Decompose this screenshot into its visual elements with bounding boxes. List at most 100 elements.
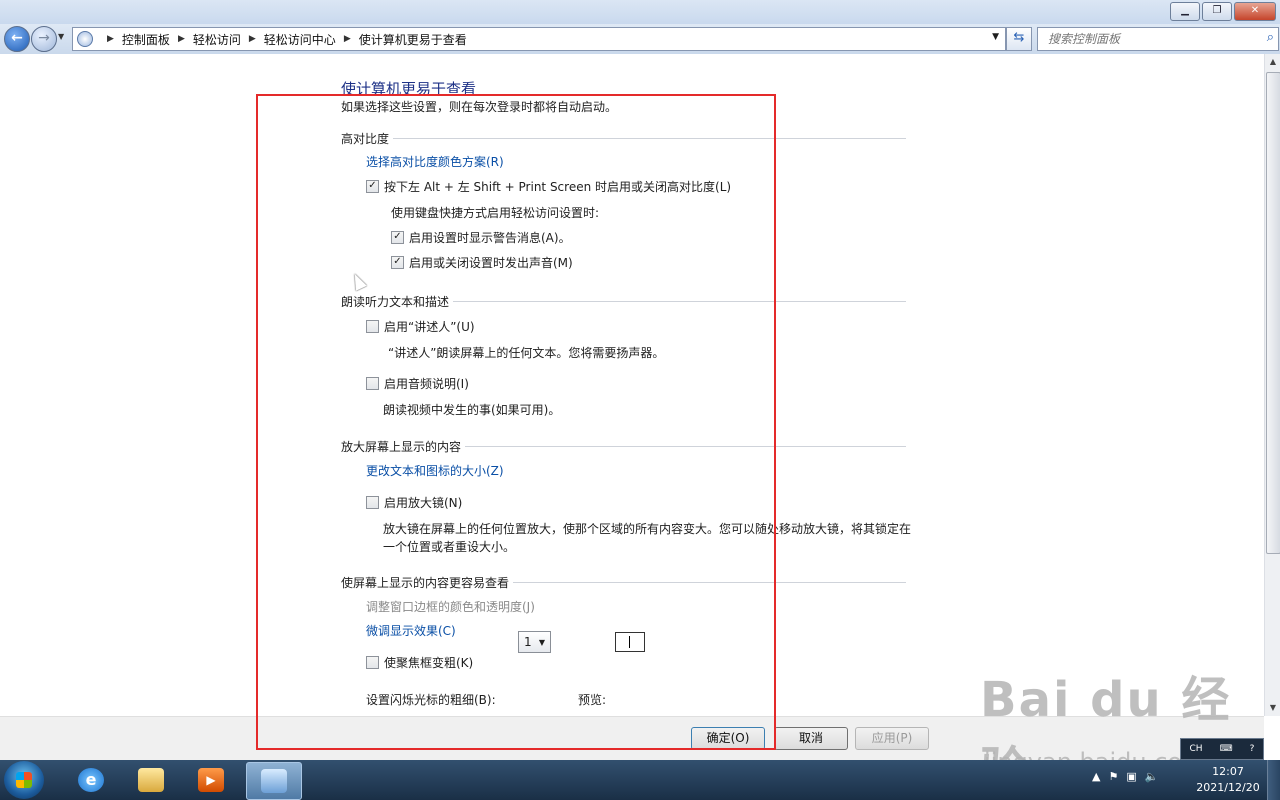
- breadcrumb-control-panel[interactable]: 控制面板: [122, 31, 170, 48]
- windows-logo-icon: [16, 772, 32, 788]
- taskbar-explorer[interactable]: [124, 762, 178, 798]
- scroll-up-icon[interactable]: ▲: [1265, 54, 1280, 70]
- thick-focus-checkbox[interactable]: [366, 656, 379, 669]
- minimize-button[interactable]: ▁: [1170, 2, 1200, 21]
- apply-button: 应用(P): [855, 727, 929, 750]
- warning-message-label[interactable]: 启用设置时显示警告消息(A)。: [409, 229, 571, 246]
- cursor-thickness-select[interactable]: 1 ▼: [518, 631, 551, 653]
- chevron-down-icon: ▼: [58, 32, 65, 41]
- warning-message-option[interactable]: ✓ 启用设置时显示警告消息(A)。: [391, 229, 571, 246]
- control-panel-icon: [261, 769, 287, 793]
- start-button[interactable]: [4, 761, 44, 799]
- narrator-option[interactable]: 启用“讲述人”(U): [366, 318, 475, 335]
- window-controls: ▁ ❐ ✕: [1170, 2, 1276, 21]
- narrator-description: “讲述人”朗读屏幕上的任何文本。您将需要扬声器。: [388, 346, 665, 360]
- audio-description-checkbox[interactable]: [366, 377, 379, 390]
- search-box[interactable]: ⌕: [1037, 27, 1279, 51]
- main-content: 使计算机更易于查看 如果选择这些设置，则在每次登录时都将自动启动。 高对比度 选…: [0, 54, 1264, 716]
- audio-description-label[interactable]: 启用音频说明(I): [384, 375, 469, 392]
- high-contrast-shortcut-label[interactable]: 按下左 Alt + 左 Shift + Print Screen 时启用或关闭高…: [384, 178, 731, 195]
- breadcrumb-ease-of-access-center[interactable]: 轻松访问中心: [264, 31, 336, 48]
- breadcrumb-current-page[interactable]: 使计算机更易于查看: [359, 31, 467, 48]
- breadcrumb-separator-icon[interactable]: ▶: [249, 34, 256, 44]
- cancel-button[interactable]: 取消: [774, 727, 848, 750]
- high-contrast-shortcut-checkbox[interactable]: ✓: [366, 180, 379, 193]
- breadcrumb-separator-icon[interactable]: ▶: [107, 34, 114, 44]
- address-bar[interactable]: ▶ 控制面板 ▶ 轻松访问 ▶ 轻松访问中心 ▶ 使计算机更易于查看 ▼: [72, 27, 1006, 51]
- system-clock[interactable]: 12:07 2021/12/20: [1196, 764, 1260, 796]
- section-heading: 放大屏幕上显示的内容: [341, 438, 466, 455]
- volume-icon[interactable]: 🔈: [1145, 770, 1159, 783]
- sound-label[interactable]: 启用或关闭设置时发出声音(M): [409, 254, 573, 271]
- system-tray: ▲ ⚑ ▣ 🔈: [1092, 770, 1158, 783]
- vertical-scrollbar[interactable]: ▲ ▼: [1264, 54, 1280, 716]
- recent-pages-dropdown[interactable]: ▼: [58, 32, 64, 41]
- fine-tune-display-link[interactable]: 微调显示效果(C): [366, 622, 456, 639]
- cursor-preview-bar: [629, 636, 630, 648]
- breadcrumb-ease-of-access[interactable]: 轻松访问: [193, 31, 241, 48]
- internet-explorer-icon: e: [78, 768, 104, 792]
- cursor-preview: [615, 632, 645, 652]
- arrow-right-icon: →: [38, 30, 50, 46]
- back-button[interactable]: ←: [4, 26, 30, 52]
- search-input[interactable]: [1046, 28, 1250, 50]
- preview-label: 预览:: [578, 693, 607, 707]
- breadcrumb: ▶ 控制面板 ▶ 轻松访问 ▶ 轻松访问中心 ▶ 使计算机更易于查看: [99, 31, 467, 48]
- section-heading: 朗读听力文本和描述: [341, 293, 454, 310]
- high-contrast-shortcut-option[interactable]: ✓ 按下左 Alt + 左 Shift + Print Screen 时启用或关…: [366, 178, 731, 195]
- navigation-bar: ← → ▼ ▶ 控制面板 ▶ 轻松访问 ▶ 轻松访问中心 ▶ 使计算机更易于查看…: [0, 24, 1280, 54]
- sound-checkbox[interactable]: ✓: [391, 256, 404, 269]
- language-bar[interactable]: CH ⌨ ?: [1180, 738, 1264, 760]
- audio-description-option[interactable]: 启用音频说明(I): [366, 375, 469, 392]
- sound-option[interactable]: ✓ 启用或关闭设置时发出声音(M): [391, 254, 573, 271]
- thick-focus-option[interactable]: 使聚焦框变粗(K): [366, 654, 473, 671]
- help-icon[interactable]: ?: [1250, 744, 1255, 754]
- cursor-thickness-label: 设置闪烁光标的粗细(B):: [366, 693, 496, 707]
- arrow-left-icon: ←: [11, 30, 23, 46]
- narrator-checkbox[interactable]: [366, 320, 379, 333]
- folder-icon: [138, 768, 164, 792]
- search-icon[interactable]: ⌕: [1267, 30, 1274, 45]
- taskbar-control-panel[interactable]: [246, 762, 302, 800]
- magnifier-option[interactable]: 启用放大镜(N): [366, 494, 462, 511]
- forward-button[interactable]: →: [31, 26, 57, 52]
- breadcrumb-separator-icon[interactable]: ▶: [344, 34, 351, 44]
- resize-text-icons-link[interactable]: 更改文本和图标的大小(Z): [366, 462, 504, 479]
- section-divider: [341, 138, 906, 139]
- breadcrumb-separator-icon[interactable]: ▶: [178, 34, 185, 44]
- scroll-thumb[interactable]: [1266, 72, 1280, 554]
- network-icon[interactable]: ▣: [1126, 770, 1136, 783]
- title-bar: ▁ ❐ ✕: [0, 0, 1280, 24]
- magnifier-checkbox[interactable]: [366, 496, 379, 509]
- ok-button[interactable]: 确定(O): [691, 727, 765, 750]
- taskbar-media-player[interactable]: ▶: [184, 762, 238, 798]
- taskbar: e ▶: [0, 760, 1280, 800]
- section-high-contrast: 高对比度: [341, 130, 906, 147]
- section-narration: 朗读听力文本和描述: [341, 293, 906, 310]
- show-hidden-icons-icon[interactable]: ▲: [1092, 770, 1100, 783]
- magnifier-description-line2: 一个位置或者重设大小。: [383, 540, 516, 554]
- action-center-flag-icon[interactable]: ⚑: [1108, 770, 1118, 783]
- section-easier-view: 使屏幕上显示的内容更容易查看: [341, 574, 906, 591]
- warning-message-checkbox[interactable]: ✓: [391, 231, 404, 244]
- close-button[interactable]: ✕: [1234, 2, 1276, 21]
- section-heading: 使屏幕上显示的内容更容易查看: [341, 574, 514, 591]
- keyboard-icon[interactable]: ⌨: [1220, 744, 1233, 754]
- language-indicator[interactable]: CH: [1190, 744, 1203, 754]
- thick-focus-label[interactable]: 使聚焦框变粗(K): [384, 654, 473, 671]
- refresh-button[interactable]: ⇆: [1006, 27, 1032, 51]
- shortcut-description: 使用键盘快捷方式启用轻松访问设置时:: [391, 206, 600, 220]
- window-border-color-link: 调整窗口边框的颜色和透明度(J): [366, 600, 535, 614]
- control-panel-icon: [77, 31, 93, 47]
- magnifier-label[interactable]: 启用放大镜(N): [384, 494, 462, 511]
- maximize-button[interactable]: ❐: [1202, 2, 1232, 21]
- chevron-down-icon: ▼: [538, 637, 545, 647]
- show-desktop-button[interactable]: [1267, 760, 1280, 800]
- taskbar-ie[interactable]: e: [64, 762, 118, 798]
- clock-time: 12:07: [1212, 765, 1244, 778]
- narrator-label[interactable]: 启用“讲述人”(U): [384, 318, 475, 335]
- magnifier-description-line1: 放大镜在屏幕上的任何位置放大，使那个区域的所有内容变大。您可以随处移动放大镜，将…: [383, 522, 912, 536]
- address-dropdown-icon[interactable]: ▼: [992, 32, 999, 42]
- choose-high-contrast-link[interactable]: 选择高对比度颜色方案(R): [366, 153, 504, 170]
- refresh-icon: ⇆: [1013, 30, 1025, 45]
